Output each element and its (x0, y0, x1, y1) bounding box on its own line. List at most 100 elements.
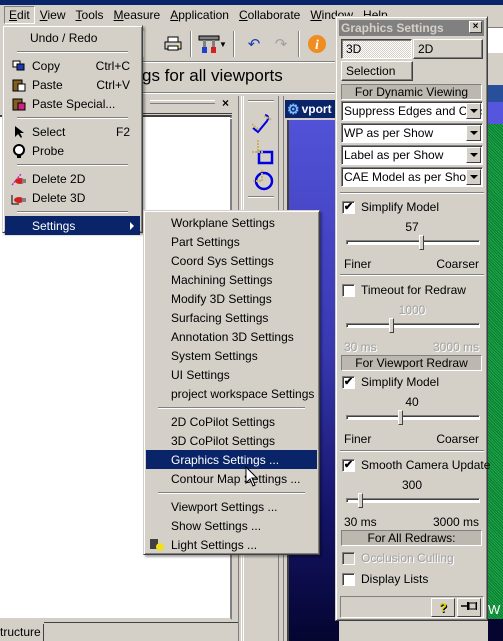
timeout-slider[interactable] (346, 318, 480, 333)
dynamic-simplify-slider[interactable] (346, 235, 480, 250)
smooth-camera-value: 300 (401, 478, 423, 492)
menu-item-show-settings[interactable]: Show Settings ... (146, 516, 317, 535)
toolbar-separator (233, 31, 235, 57)
section-header-viewport-redraw: For Viewport Redraw (341, 355, 482, 371)
main-toolbar: ▼ ↶ ↷ i (140, 27, 335, 61)
circle-tool-icon[interactable] (250, 166, 274, 195)
menu-item-workplane-settings[interactable]: Workplane Settings (146, 213, 317, 232)
right-input-edge (488, 27, 503, 53)
toolbar-separator (190, 31, 192, 57)
slider-thumb[interactable] (398, 410, 403, 425)
rectangle-tool-icon[interactable] (250, 138, 274, 169)
arc-tool-icon[interactable] (250, 110, 274, 137)
chevron-down-icon[interactable] (466, 169, 481, 185)
slider-thumb[interactable] (389, 318, 394, 333)
slider-thumb[interactable] (358, 493, 363, 508)
menu-item-select[interactable]: Select F2 (5, 122, 140, 141)
selection-button[interactable]: Selection (341, 61, 413, 81)
menu-item-graphics-settings[interactable]: Graphics Settings ... (146, 450, 317, 469)
tab-2d[interactable]: 2D (413, 39, 483, 59)
menu-item-undo-redo[interactable]: Undo / Redo (5, 28, 140, 47)
viewport-title-bar[interactable]: ⚙ vport (285, 100, 339, 118)
menu-item-paste[interactable]: Paste Ctrl+V (5, 75, 140, 94)
edges-caps-dropdown[interactable]: Suppress Edges and Caps (341, 101, 483, 121)
divider (340, 274, 484, 276)
tab-3d[interactable]: 3D (341, 39, 412, 59)
max-label: Coarser (436, 432, 479, 446)
svg-text:i: i (315, 38, 319, 53)
max-label: 3000 ms (432, 515, 479, 529)
chevron-down-icon[interactable] (466, 147, 481, 163)
hint-divider (140, 92, 335, 94)
slider-thumb[interactable] (419, 235, 424, 250)
viewport-simplify-slider[interactable] (346, 410, 480, 425)
help-icon[interactable]: ? (431, 598, 455, 617)
menu-item-settings[interactable]: Settings (5, 216, 140, 235)
min-label: 30 ms (344, 515, 377, 529)
printer-icon[interactable] (162, 33, 184, 55)
menu-item-paste-special[interactable]: Paste Special... (5, 94, 140, 113)
menu-application[interactable]: Application (165, 6, 234, 24)
redo-icon[interactable]: ↷ (270, 33, 292, 55)
menu-item-machining-settings[interactable]: Machining Settings (146, 270, 317, 289)
menu-item-probe[interactable]: Probe (5, 141, 140, 160)
info-icon[interactable]: i (306, 33, 328, 55)
timeout-redraw-checkbox[interactable]: Timeout for Redraw (342, 282, 466, 298)
dynamic-simplify-value: 57 (405, 220, 419, 234)
checkbox-box[interactable] (342, 572, 355, 586)
chevron-down-icon[interactable] (466, 125, 481, 141)
menu-view[interactable]: View (35, 6, 71, 24)
dialog-title-bar[interactable]: Graphics Settings × (339, 20, 484, 36)
close-icon[interactable]: × (469, 21, 482, 33)
menu-item-copy[interactable]: Copy Ctrl+C (5, 56, 140, 75)
menu-measure[interactable]: Measure (109, 6, 166, 24)
menu-item-light-settings[interactable]: Light Settings ... (146, 535, 317, 554)
menu-item-system-settings[interactable]: System Settings (146, 346, 317, 365)
gear-icon: ⚙ (287, 100, 300, 117)
right-viewport-canvas[interactable]: W (488, 124, 503, 619)
cae-model-dropdown[interactable]: CAE Model as per Show (341, 167, 483, 187)
undo-icon[interactable]: ↶ (243, 33, 265, 55)
tools-dropdown-arrow-icon[interactable]: ▼ (218, 33, 228, 55)
chevron-down-icon[interactable] (466, 103, 481, 119)
viewport-simplify-model-checkbox[interactable]: ✔ Simplify Model (342, 374, 439, 390)
menu-item-delete-2d[interactable]: Delete 2D (5, 169, 140, 188)
menu-item-surfacing-settings[interactable]: Surfacing Settings (146, 308, 317, 327)
panel-grip[interactable] (150, 100, 215, 104)
menu-item-3d-copilot-settings[interactable]: 3D CoPilot Settings (146, 431, 317, 450)
min-label: Finer (344, 432, 372, 446)
menu-tools[interactable]: Tools (71, 6, 109, 24)
menu-item-contour-map-settings[interactable]: Contour Map Settings ... (146, 469, 317, 488)
pin-icon[interactable] (457, 598, 481, 617)
menu-item-modify-3d-settings[interactable]: Modify 3D Settings (146, 289, 317, 308)
menu-item-viewport-settings[interactable]: Viewport Settings ... (146, 497, 317, 516)
menu-collaborate[interactable]: Collaborate (234, 6, 305, 24)
smooth-camera-slider[interactable] (346, 493, 480, 508)
smooth-camera-update-checkbox[interactable]: ✔ Smooth Camera Update (342, 457, 490, 473)
min-label: Finer (344, 257, 372, 271)
tab-structure[interactable]: tructure (0, 624, 44, 641)
menu-item-2d-copilot-settings[interactable]: 2D CoPilot Settings (146, 412, 317, 431)
checkbox-box[interactable]: ✔ (342, 200, 355, 214)
right-viewport-title-edge (488, 85, 503, 102)
menu-item-coord-sys-settings[interactable]: Coord Sys Settings (146, 251, 317, 270)
checkbox-box[interactable]: ✔ (342, 375, 355, 389)
menu-edit[interactable]: Edit (4, 6, 35, 24)
menu-item-annotation-3d-settings[interactable]: Annotation 3D Settings (146, 327, 317, 346)
checkbox-box[interactable]: ✔ (342, 458, 355, 472)
tools-icon[interactable] (198, 33, 220, 55)
dynamic-simplify-model-checkbox[interactable]: ✔ Simplify Model (342, 199, 439, 215)
panel-close-icon[interactable]: × (222, 96, 229, 110)
menu-item-project-workspace-settings[interactable]: project workspace Settings (146, 384, 317, 403)
wp-dropdown[interactable]: WP as per Show (341, 123, 483, 143)
max-label: Coarser (436, 257, 479, 271)
checkbox-box[interactable] (342, 283, 355, 297)
select-arrow-icon (11, 124, 27, 139)
menu-item-delete-3d[interactable]: Delete 3D (5, 188, 140, 207)
min-label: 30 ms (344, 340, 377, 354)
menu-item-part-settings[interactable]: Part Settings (146, 232, 317, 251)
label-dropdown[interactable]: Label as per Show (341, 145, 483, 165)
menu-item-ui-settings[interactable]: UI Settings (146, 365, 317, 384)
viewport-simplify-value: 40 (405, 395, 419, 409)
display-lists-checkbox[interactable]: Display Lists (342, 571, 428, 587)
